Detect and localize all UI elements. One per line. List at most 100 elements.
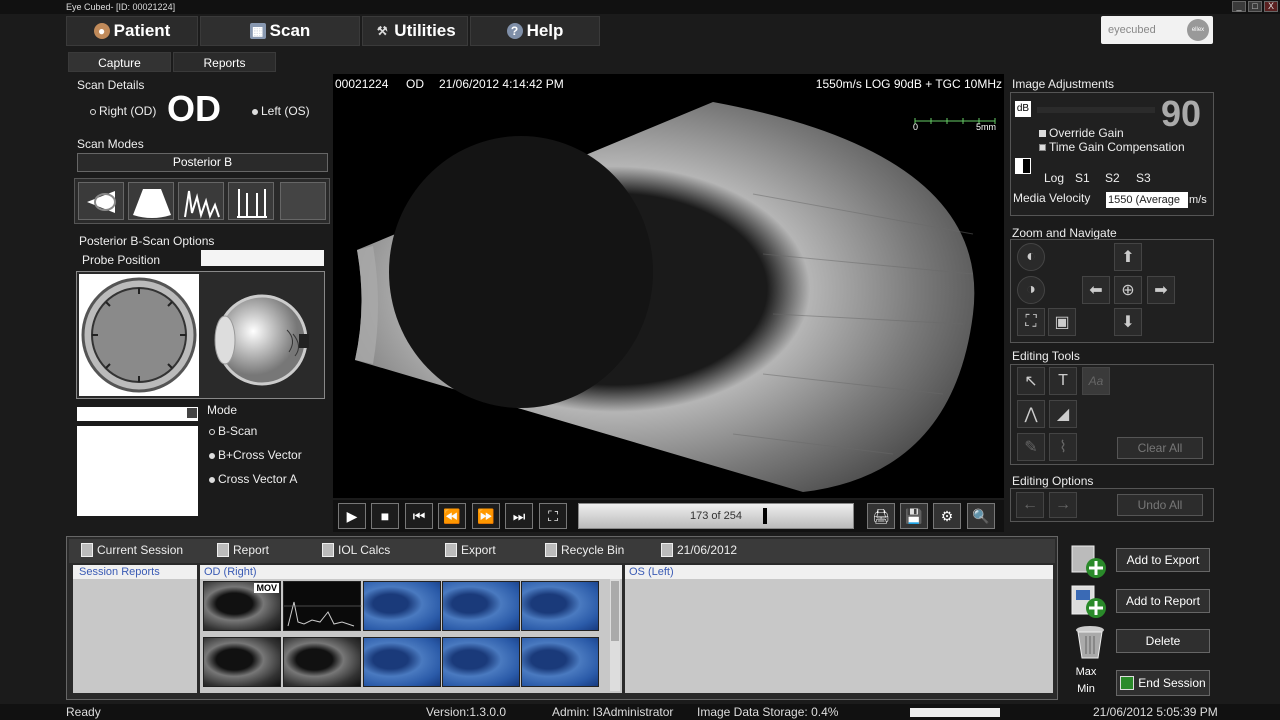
caliper-tool-icon[interactable]: ⋀ (1017, 400, 1045, 428)
pan-up-icon[interactable]: ⬆ (1114, 243, 1142, 271)
text-tool[interactable]: T (1049, 367, 1077, 395)
arrow-tool-icon[interactable]: ↖ (1017, 367, 1045, 395)
maximize-button[interactable]: □ (1248, 1, 1262, 12)
probe-position-field[interactable] (201, 250, 324, 266)
zoom-out-icon[interactable]: ◐ (1017, 243, 1045, 271)
clear-all-button[interactable]: Clear All (1117, 437, 1203, 459)
menu-patient[interactable]: ● Patient (66, 16, 198, 46)
play-button[interactable]: ▶ (338, 503, 366, 529)
menu-utilities[interactable]: ⚒ Utilities (362, 16, 468, 46)
override-gain-checkbox[interactable]: Override Gain (1039, 126, 1124, 140)
storage-progress-bar (910, 708, 1000, 717)
pan-down-icon[interactable]: ⬇ (1114, 308, 1142, 336)
thumbnail-selected[interactable] (363, 581, 441, 631)
max-button[interactable]: Max (1066, 666, 1106, 678)
fit-screen-icon[interactable]: ⛶ (1017, 308, 1045, 336)
trash-icon[interactable] (1070, 622, 1110, 660)
magnify-icon[interactable]: 🔍 (967, 503, 995, 529)
mode-bscan[interactable]: B-Scan (209, 424, 257, 438)
thumbnail-selected[interactable] (521, 637, 599, 687)
last-frame-button[interactable]: ⏭ (505, 503, 533, 529)
scan-mode-select[interactable]: Posterior B (77, 153, 328, 172)
tab-export[interactable]: Export (445, 543, 496, 557)
zoom-in-icon[interactable]: ◑ (1017, 276, 1045, 304)
tab-date[interactable]: 21/06/2012 (661, 543, 737, 557)
tab-iol-calcs[interactable]: IOL Calcs (322, 543, 390, 557)
minimize-button[interactable]: _ (1232, 1, 1246, 12)
od-scrollbar-thumb[interactable] (611, 581, 619, 641)
font-tool[interactable]: Aa (1082, 367, 1110, 395)
add-export-icon[interactable] (1070, 544, 1110, 580)
thumbnail-ascan[interactable] (283, 581, 362, 631)
scan-modes-title: Scan Modes (77, 137, 144, 151)
od-scrollbar[interactable] (610, 579, 620, 691)
tgc-checkbox[interactable]: Time Gain Compensation (1039, 140, 1185, 154)
probe-dropdown[interactable] (77, 407, 198, 421)
redo-icon[interactable]: → (1049, 492, 1077, 518)
mode-b-cross-vector[interactable]: B+Cross Vector (209, 448, 302, 462)
ultrasound-viewer[interactable]: 00021224 OD 21/06/2012 4:14:42 PM 1550m/… (333, 74, 1004, 498)
tab-recycle-bin[interactable]: Recycle Bin (545, 543, 624, 557)
thumbnail-video[interactable]: MOV (203, 581, 281, 631)
ascan-icon[interactable] (178, 182, 224, 220)
media-velocity-label: Media Velocity (1013, 191, 1091, 205)
crop-icon[interactable]: ▣ (1048, 308, 1076, 336)
print-icon[interactable]: 🖨 (867, 503, 895, 529)
iol-icon (322, 543, 334, 557)
settings-icon[interactable]: ⚙ (933, 503, 961, 529)
eye-probe-icon[interactable] (78, 182, 124, 220)
area-tool-icon[interactable]: ⌇ (1049, 433, 1077, 461)
undo-icon[interactable]: ← (1016, 492, 1044, 518)
undo-all-button[interactable]: Undo All (1117, 494, 1203, 516)
pan-left-icon[interactable]: ⬅ (1082, 276, 1110, 304)
center-icon[interactable]: ⊕ (1114, 276, 1142, 304)
thumbnail-selected[interactable] (521, 581, 599, 631)
thumbnail-selected[interactable] (442, 637, 520, 687)
window-title: Eye Cubed- [ID: 00021224] (66, 2, 176, 12)
frame-slider-thumb[interactable] (763, 508, 767, 524)
pencil-tool-icon[interactable]: ✎ (1017, 433, 1045, 461)
angle-tool-icon[interactable]: ◢ (1049, 400, 1077, 428)
menu-help[interactable]: ? Help (470, 16, 600, 46)
clock-dial[interactable] (79, 274, 199, 396)
fast-forward-button[interactable]: ⏩ (472, 503, 500, 529)
thumbnail[interactable] (203, 637, 281, 687)
radio-left-os[interactable]: Left (OS) (252, 104, 310, 118)
editing-tools-panel: ↖ T Aa ⋀ ◢ ✎ ⌇ Clear All (1010, 364, 1214, 465)
close-button[interactable]: X (1264, 1, 1278, 12)
fullscreen-button[interactable]: ⛶ (539, 503, 567, 529)
delete-button[interactable]: Delete (1116, 629, 1210, 653)
curve-log[interactable]: Log (1044, 171, 1064, 185)
radio-dot (90, 108, 96, 115)
add-to-export-button[interactable]: Add to Export (1116, 548, 1210, 572)
min-button[interactable]: Min (1066, 683, 1106, 695)
curve-s3[interactable]: S3 (1136, 171, 1151, 185)
menu-scan[interactable]: ▦ Scan (200, 16, 360, 46)
thumbnail[interactable] (283, 637, 361, 687)
mode-cross-vector-a[interactable]: Cross Vector A (209, 472, 297, 486)
curve-s1[interactable]: S1 (1075, 171, 1090, 185)
tab-reports[interactable]: Reports (173, 52, 276, 72)
gain-slider[interactable] (1037, 107, 1155, 113)
add-report-icon[interactable] (1070, 584, 1110, 620)
thumbnail-selected[interactable] (442, 581, 520, 631)
bscan-fan-icon[interactable] (128, 182, 174, 220)
stop-button[interactable]: ■ (371, 503, 399, 529)
end-session-button[interactable]: End Session (1116, 670, 1210, 696)
add-to-report-button[interactable]: Add to Report (1116, 589, 1210, 613)
save-frame-icon[interactable]: 💾 (900, 503, 928, 529)
tab-current-session[interactable]: Current Session (81, 543, 183, 557)
tab-capture[interactable]: Capture (68, 52, 171, 72)
radio-right-od[interactable]: Right (OD) (90, 104, 156, 118)
thumbnail-selected[interactable] (363, 637, 441, 687)
curve-s2[interactable]: S2 (1105, 171, 1120, 185)
status-ready: Ready (66, 705, 101, 719)
media-velocity-input[interactable]: 1550 (Average (1106, 192, 1188, 208)
rewind-button[interactable]: ⏪ (438, 503, 466, 529)
pan-right-icon[interactable]: ➡ (1147, 276, 1175, 304)
frame-slider[interactable]: 173 of 254 (578, 503, 854, 529)
tab-report[interactable]: Report (217, 543, 269, 557)
od-right-label: OD (Right) (200, 565, 622, 579)
first-frame-button[interactable]: ⏮ (405, 503, 433, 529)
ubm-icon[interactable] (228, 182, 274, 220)
